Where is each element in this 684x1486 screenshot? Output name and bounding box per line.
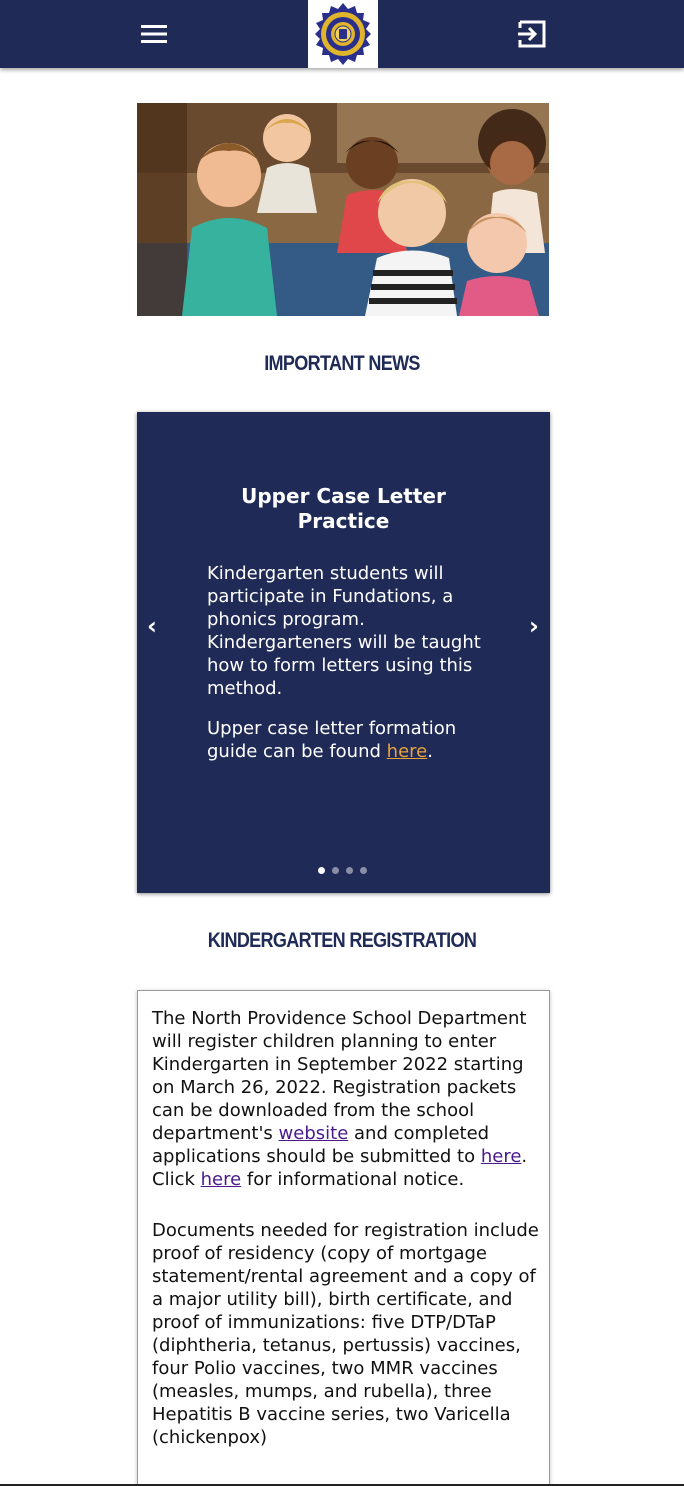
school-seal-icon [315, 3, 371, 65]
registration-body: The North Providence School Department w… [152, 1007, 542, 1477]
top-app-bar [0, 0, 684, 68]
news-card-title: Upper Case Letter Practice [241, 484, 446, 533]
letter-guide-link[interactable]: here [387, 741, 428, 762]
hamburger-menu-button[interactable] [134, 14, 174, 54]
news-paragraph-1: Kindergarten students will participate i… [207, 563, 481, 699]
carousel-dot-2[interactable] [332, 867, 339, 874]
important-news-heading: IMPORTANT NEWS [264, 352, 420, 375]
registration-text-d: for informational notice. [241, 1169, 465, 1190]
carousel-prev-button[interactable]: ‹ [142, 612, 162, 642]
logout-button[interactable] [512, 14, 552, 54]
carousel-dot-1[interactable] [318, 867, 325, 874]
submit-here-link[interactable]: here [481, 1146, 522, 1167]
news-paragraph-2-end: . [427, 741, 433, 762]
hamburger-menu-icon [141, 25, 167, 43]
registration-card: The North Providence School Department w… [137, 990, 550, 1486]
website-link[interactable]: website [279, 1123, 349, 1144]
registration-paragraph-2: Documents needed for registration includ… [152, 1220, 539, 1448]
notice-here-link[interactable]: here [201, 1169, 242, 1190]
carousel-next-button[interactable]: › [524, 612, 544, 642]
carousel-dot-4[interactable] [360, 867, 367, 874]
sign-out-icon [518, 20, 546, 48]
carousel-indicators [318, 867, 367, 875]
carousel-dot-3[interactable] [346, 867, 353, 874]
school-logo[interactable] [308, 0, 378, 68]
children-photo [137, 103, 549, 316]
hero-image-children [137, 103, 549, 316]
news-paragraph-2: Upper case letter formation guide can be… [207, 717, 487, 763]
kindergarten-registration-heading: KINDERGARTEN REGISTRATION [207, 929, 477, 952]
news-carousel: ‹ Upper Case Letter Practice Kindergarte… [137, 412, 550, 893]
news-card-body: Kindergarten students will participate i… [207, 562, 487, 780]
registration-paragraph-1: The North Providence School Department w… [152, 1007, 542, 1191]
